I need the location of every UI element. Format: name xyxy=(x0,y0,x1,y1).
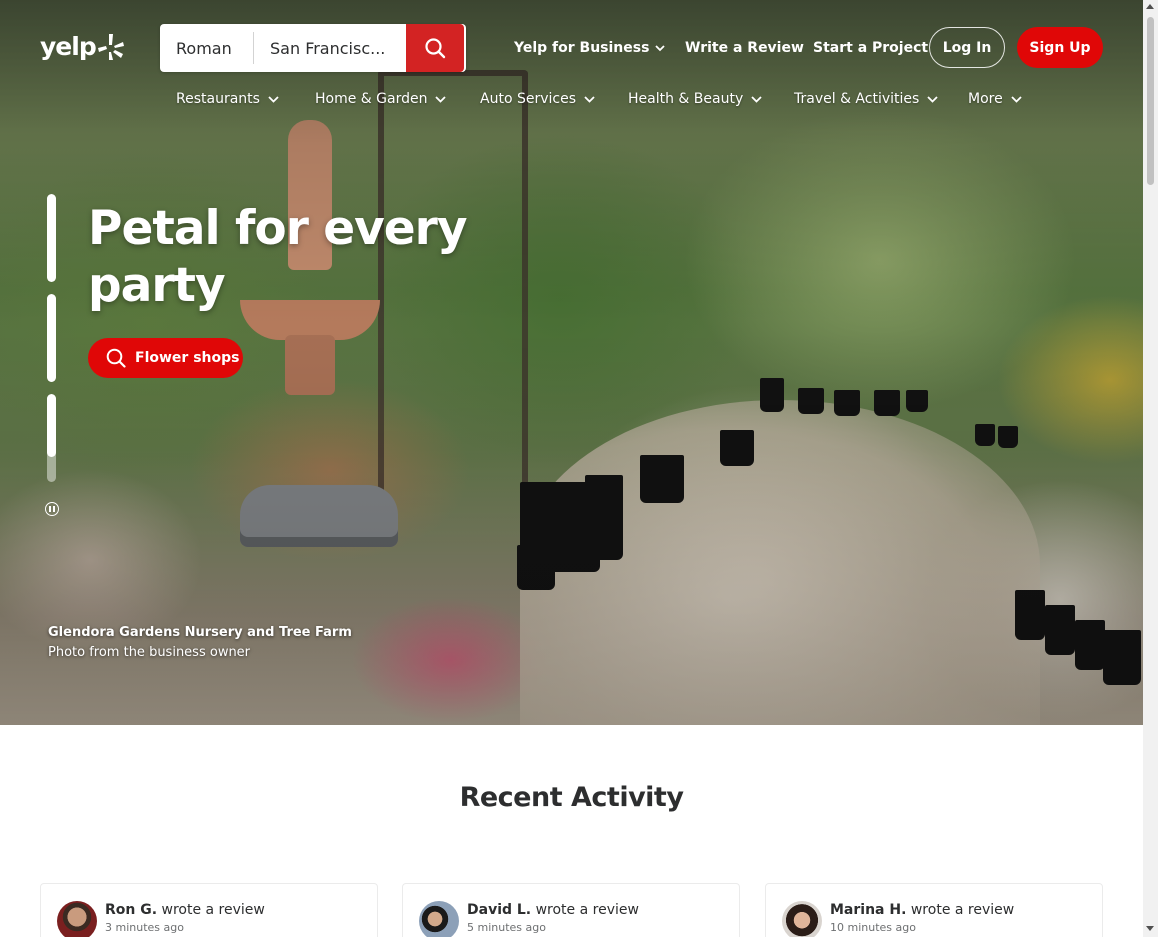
user-name-link[interactable]: David L. xyxy=(467,902,531,918)
category-travel-activities[interactable]: Travel & Activities xyxy=(794,88,938,110)
start-project-label: Start a Project xyxy=(813,40,929,56)
category-label: More xyxy=(968,91,1003,107)
pause-button[interactable] xyxy=(45,502,59,516)
search-find-input[interactable] xyxy=(160,32,254,64)
activity-card[interactable]: Marina H. wrote a review 10 minutes ago xyxy=(765,883,1103,937)
category-restaurants[interactable]: Restaurants xyxy=(176,88,279,110)
photo-credit: Glendora Gardens Nursery and Tree Farm P… xyxy=(48,623,352,663)
slide-progress-1[interactable] xyxy=(47,194,56,282)
activity-time: 3 minutes ago xyxy=(105,921,184,934)
chevron-down-icon xyxy=(927,95,938,103)
category-label: Home & Garden xyxy=(315,91,428,107)
slide-progress-3[interactable] xyxy=(47,394,56,482)
start-project-link[interactable]: Start a Project xyxy=(813,36,928,60)
user-name-link[interactable]: Marina H. xyxy=(830,902,906,918)
yelp-logo[interactable]: yelp xyxy=(40,32,124,61)
category-auto-services[interactable]: Auto Services xyxy=(480,88,595,110)
yelp-for-business-label: Yelp for Business xyxy=(514,40,650,56)
scrollbar-thumb[interactable] xyxy=(1147,17,1154,185)
signup-button[interactable]: Sign Up xyxy=(1017,27,1103,68)
search-icon xyxy=(425,38,446,59)
chevron-down-icon xyxy=(1011,95,1022,103)
category-label: Travel & Activities xyxy=(794,91,920,107)
activity-card[interactable]: David L. wrote a review 5 minutes ago xyxy=(402,883,740,937)
page: yelp Yelp for Business Write a Review St… xyxy=(0,0,1158,937)
activity-time: 10 minutes ago xyxy=(830,921,916,934)
flower-shops-label: Flower shops xyxy=(135,350,240,366)
photo-credit-text: Photo from the business owner xyxy=(48,645,251,660)
write-review-label: Write a Review xyxy=(685,40,804,56)
category-home-garden[interactable]: Home & Garden xyxy=(315,88,447,110)
yelp-for-business-link[interactable]: Yelp for Business xyxy=(514,36,666,60)
category-more[interactable]: More xyxy=(968,88,1022,110)
pause-icon xyxy=(49,506,51,512)
login-button[interactable]: Log In xyxy=(929,27,1005,68)
logo-text: yelp xyxy=(40,32,97,61)
activity-headline: Ron G. wrote a review xyxy=(105,902,265,918)
search-near-input[interactable] xyxy=(254,24,406,72)
chevron-down-icon xyxy=(584,95,595,103)
scroll-up-icon[interactable] xyxy=(1146,4,1154,9)
chevron-down-icon xyxy=(751,95,762,103)
chevron-down-icon xyxy=(655,44,666,51)
login-label: Log In xyxy=(942,39,992,56)
hero-headline: Petal for every party xyxy=(88,201,467,313)
yelp-burst-icon xyxy=(97,33,124,60)
flower-shops-button[interactable]: Flower shops xyxy=(88,338,243,378)
activity-headline: Marina H. wrote a review xyxy=(830,902,1015,918)
write-review-link[interactable]: Write a Review xyxy=(685,36,804,60)
chevron-down-icon xyxy=(435,95,447,103)
user-name-link[interactable]: Ron G. xyxy=(105,902,157,918)
chevron-down-icon xyxy=(268,95,279,103)
search-icon xyxy=(106,348,126,368)
recent-activity-title: Recent Activity xyxy=(459,782,684,813)
category-label: Restaurants xyxy=(176,91,260,107)
slide-progress-2[interactable] xyxy=(47,294,56,382)
activity-card[interactable]: Ron G. wrote a review 3 minutes ago xyxy=(40,883,378,937)
scroll-down-icon[interactable] xyxy=(1146,926,1154,931)
avatar[interactable] xyxy=(57,901,97,937)
business-name-link[interactable]: Glendora Gardens Nursery and Tree Farm xyxy=(48,623,352,643)
avatar[interactable] xyxy=(419,901,459,937)
category-label: Health & Beauty xyxy=(628,91,744,107)
avatar[interactable] xyxy=(782,901,822,937)
category-health-beauty[interactable]: Health & Beauty xyxy=(628,88,762,110)
search-bar xyxy=(160,24,466,72)
activity-time: 5 minutes ago xyxy=(467,921,546,934)
search-button[interactable] xyxy=(406,24,464,72)
activity-headline: David L. wrote a review xyxy=(467,902,639,918)
page-scrollbar[interactable] xyxy=(1143,0,1158,937)
category-label: Auto Services xyxy=(480,91,576,107)
signup-label: Sign Up xyxy=(1029,39,1091,56)
